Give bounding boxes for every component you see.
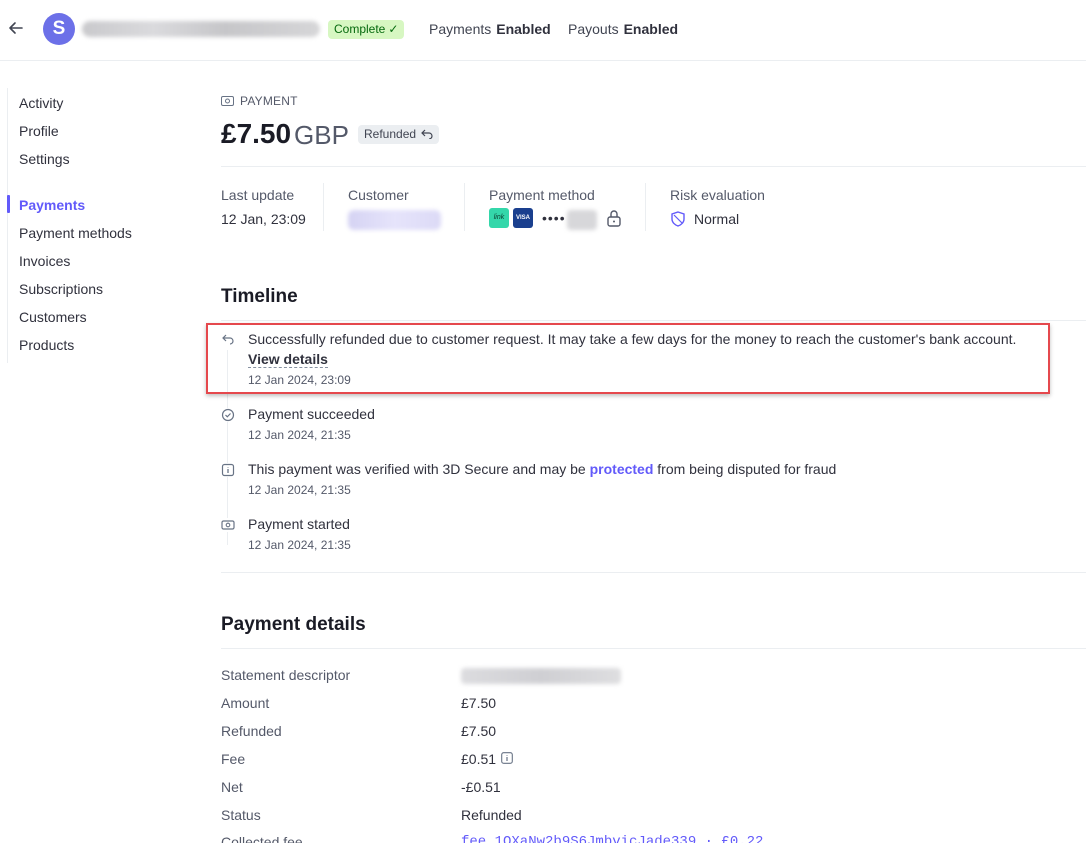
sidebar-item-subscriptions[interactable]: Subscriptions — [19, 281, 103, 297]
risk-evaluation-label: Risk evaluation — [670, 187, 765, 203]
statement-descriptor-redacted — [461, 668, 621, 684]
risk-evaluation-value[interactable]: Normal — [694, 211, 739, 227]
timeline-event-3ds-text: This payment was verified with 3D Secure… — [248, 461, 586, 477]
refund-icon — [421, 129, 433, 140]
timeline-event-time: 12 Jan 2024, 21:35 — [248, 428, 351, 442]
last-update-label: Last update — [221, 187, 295, 203]
status-value: Refunded — [461, 807, 522, 823]
timeline-event-3ds: This payment was verified with 3D Secure… — [248, 461, 836, 477]
fee-value: £0.51 — [461, 751, 497, 767]
protected-link[interactable]: protected — [590, 461, 654, 477]
net-label: Net — [221, 779, 243, 795]
customer-label: Customer — [348, 187, 409, 203]
amount-label: Amount — [221, 695, 270, 711]
main-content: PAYMENT £7.50 GBP Refunded Last update 1… — [206, 0, 1086, 843]
sidebar-item-products[interactable]: Products — [19, 337, 74, 353]
active-indicator — [7, 195, 10, 213]
sidebar-item-payment-methods[interactable]: Payment methods — [19, 225, 132, 241]
visa-logo-icon: VISA — [513, 208, 533, 228]
divider — [323, 183, 324, 231]
collected-fee-link[interactable]: fee_1OXaNw2b9S6JmbvicJade339 · £0.22 — [461, 834, 763, 843]
divider — [221, 166, 1086, 167]
timeline-event-time: 12 Jan 2024, 21:35 — [248, 538, 351, 552]
payment-method-label: Payment method — [489, 187, 595, 203]
link-logo-icon: link — [489, 208, 509, 228]
sidebar-item-profile[interactable]: Profile — [19, 123, 59, 139]
card-number-masked: •••• — [542, 210, 566, 226]
divider — [221, 648, 1086, 649]
highlight-box — [206, 323, 1050, 394]
payment-icon — [221, 96, 234, 106]
net-value: -£0.51 — [461, 779, 501, 795]
payment-icon — [221, 518, 235, 532]
statement-descriptor-label: Statement descriptor — [221, 667, 351, 683]
timeline-event-started: Payment started — [248, 516, 350, 532]
timeline-title: Timeline — [221, 286, 298, 307]
divider — [464, 183, 465, 231]
divider — [221, 320, 1086, 321]
collected-fee-label: Collected fee — [221, 834, 303, 843]
sidebar-item-invoices[interactable]: Invoices — [19, 253, 70, 269]
timeline-event-succeeded: Payment succeeded — [248, 406, 375, 422]
sidebar-item-customers[interactable]: Customers — [19, 309, 87, 325]
card-last4-redacted — [567, 210, 597, 230]
sidebar-nav: Activity Profile Settings Payments Payme… — [7, 88, 207, 363]
refunded-label: Refunded — [221, 723, 282, 739]
divider — [645, 183, 646, 231]
payment-details-title: Payment details — [221, 614, 366, 635]
timeline-event-3ds-text-end: from being disputed for fraud — [657, 461, 837, 477]
shield-icon — [671, 211, 685, 227]
info-icon[interactable] — [501, 752, 513, 764]
last-update-value: 12 Jan, 23:09 — [221, 211, 306, 227]
back-arrow-icon[interactable] — [6, 18, 26, 38]
payment-currency: GBP — [294, 120, 349, 150]
info-icon — [221, 463, 235, 477]
payment-amount: £7.50 — [221, 118, 292, 149]
status-label: Status — [221, 807, 261, 823]
divider — [221, 572, 1086, 573]
refunded-value: £7.50 — [461, 723, 497, 739]
sidebar-item-activity[interactable]: Activity — [19, 95, 63, 111]
fee-label: Fee — [221, 751, 246, 767]
timeline-event-time: 12 Jan 2024, 21:35 — [248, 483, 351, 497]
status-badge-label: Refunded — [364, 127, 417, 141]
sidebar-item-payments[interactable]: Payments — [19, 197, 85, 213]
status-badge: Refunded — [358, 125, 440, 144]
lock-icon — [607, 210, 621, 227]
payment-type-label: PAYMENT — [240, 94, 298, 108]
payment-type: PAYMENT — [221, 94, 298, 108]
amount-value: £7.50 — [461, 695, 497, 711]
check-circle-icon — [221, 408, 235, 422]
sidebar-item-settings[interactable]: Settings — [19, 151, 70, 167]
account-avatar[interactable]: S — [43, 13, 75, 45]
customer-link-redacted[interactable] — [348, 210, 441, 230]
